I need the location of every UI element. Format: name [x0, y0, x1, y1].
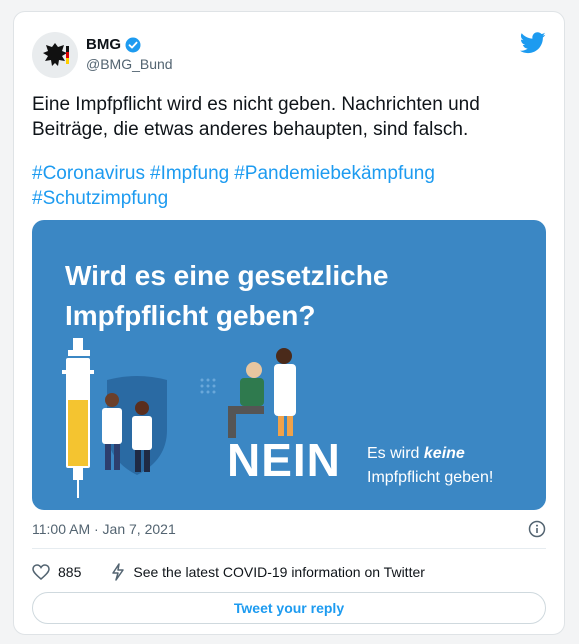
tweet-timestamp[interactable]: 11:00 AM · Jan 7, 2021	[32, 521, 176, 537]
syringe-illustration	[62, 338, 94, 498]
heart-icon	[32, 564, 50, 580]
twitter-bird-icon[interactable]	[520, 32, 546, 54]
media-answer-subtitle-a: Es wird	[367, 445, 424, 462]
covid-info-text: See the latest COVID-19 information on T…	[133, 564, 425, 580]
hashtag-schutzimpfung[interactable]: #Schutzimpfung	[32, 188, 168, 209]
author-name[interactable]: BMG	[86, 36, 141, 53]
like-action[interactable]: 885	[32, 564, 81, 580]
verified-icon	[125, 37, 141, 52]
covid-info-link[interactable]: See the latest COVID-19 information on T…	[111, 563, 425, 581]
nurse-illustration	[274, 348, 296, 436]
media-answer-subtitle-line-2: Impfpflicht geben!	[367, 469, 494, 486]
tweet-text-line-2: Beiträge, die etwas anderes behaupten, s…	[32, 119, 469, 140]
hashtag-impfung[interactable]: #Impfung	[150, 163, 229, 184]
author-name-text: BMG	[86, 36, 121, 53]
eagle-icon	[43, 43, 69, 66]
media-answer-subtitle: Es wird keine Impfpflicht geben!	[367, 442, 493, 490]
tweet-media-image[interactable]: Wird es eine gesetzliche Impfpflicht geb…	[32, 220, 546, 510]
tweet-actions: 885 See the latest COVID-19 information …	[32, 563, 455, 581]
tweet-text: Eine Impfpflicht wird es nicht geben. Na…	[32, 92, 532, 142]
lightning-icon	[112, 563, 125, 581]
media-answer-subtitle-line-1: Es wird keine	[367, 442, 493, 466]
like-count: 885	[58, 564, 82, 580]
author-handle[interactable]: @BMG_Bund	[86, 56, 173, 72]
tweet-reply-button[interactable]: Tweet your reply	[32, 592, 546, 624]
media-answer: NEIN	[227, 434, 341, 486]
patient-illustration	[228, 362, 264, 438]
divider-top	[32, 548, 546, 549]
media-answer-subtitle-emphasis: keine	[423, 445, 465, 462]
info-icon[interactable]	[528, 520, 546, 538]
tweet-card: BMG @BMG_Bund Eine Impfpflicht wird es n…	[13, 11, 565, 635]
hashtags: #Coronavirus #Impfung #Pandemiebekämpfung #…	[32, 161, 532, 211]
hashtag-coronavirus[interactable]: #Coronavirus	[32, 163, 145, 184]
hashtag-pandemiebekaempfung[interactable]: #Pandemiebekämpfung	[234, 163, 435, 184]
tweet-text-line-1: Eine Impfpflicht wird es nicht geben. Na…	[32, 94, 480, 115]
avatar[interactable]	[32, 32, 78, 78]
dot-pattern	[200, 378, 216, 394]
